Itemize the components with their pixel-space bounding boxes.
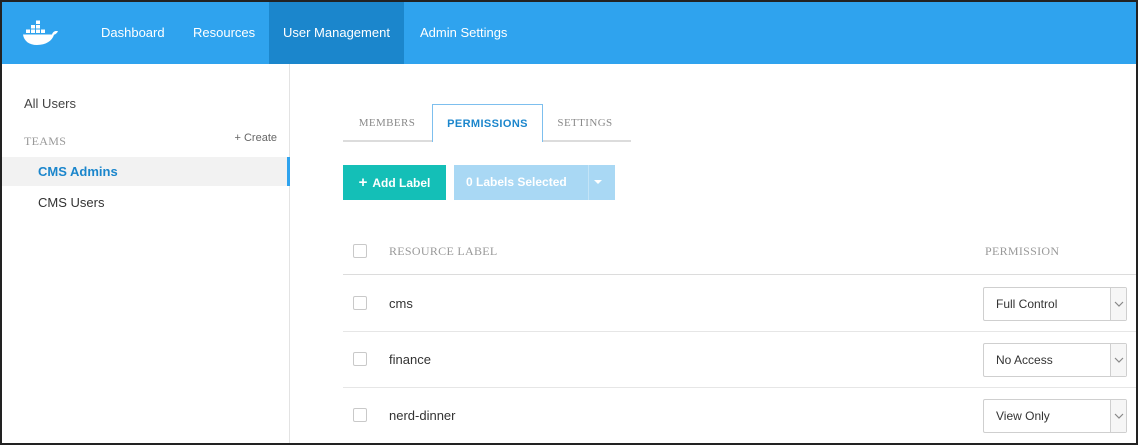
teams-heading: TEAMS xyxy=(24,134,67,148)
nav-dashboard[interactable]: Dashboard xyxy=(87,2,179,64)
chevron-down-icon xyxy=(1110,400,1126,432)
add-label-text: Add Label xyxy=(372,176,431,190)
column-header-resource-label: RESOURCE LABEL xyxy=(389,244,498,258)
tab-settings[interactable]: SETTINGS xyxy=(545,104,625,142)
plus-icon: + xyxy=(358,174,368,191)
create-team-link[interactable]: + Create xyxy=(235,132,278,144)
docker-whale-icon[interactable] xyxy=(22,19,64,47)
table-row: finance No Access xyxy=(343,332,1136,388)
permission-value: Full Control xyxy=(996,297,1058,311)
resource-label-cell: cms xyxy=(389,296,413,311)
row-checkbox[interactable] xyxy=(353,408,367,422)
permission-value: No Access xyxy=(996,353,1053,367)
app-frame: Dashboard Resources User Management Admi… xyxy=(0,0,1138,445)
permission-value: View Only xyxy=(996,409,1050,423)
resource-label-cell: finance xyxy=(389,352,431,367)
sidebar-item-label: CMS Admins xyxy=(38,164,118,179)
sidebar-item-cms-users[interactable]: CMS Users xyxy=(2,188,290,217)
permission-select[interactable]: View Only xyxy=(983,399,1127,433)
sidebar-item-cms-admins[interactable]: CMS Admins xyxy=(2,157,290,186)
sidebar-item-label: CMS Users xyxy=(38,195,105,210)
sidebar-all-users[interactable]: All Users xyxy=(24,96,76,111)
top-navbar: Dashboard Resources User Management Admi… xyxy=(2,2,1136,64)
table-header: RESOURCE LABEL PERMISSION xyxy=(343,232,1136,275)
sidebar: All Users TEAMS + Create CMS Admins CMS … xyxy=(2,64,290,443)
table-row: cms Full Control xyxy=(343,276,1136,332)
tab-permissions[interactable]: PERMISSIONS xyxy=(432,104,543,142)
table-row: nerd-dinner View Only xyxy=(343,388,1136,443)
chevron-down-icon xyxy=(1110,288,1126,320)
chevron-down-icon xyxy=(1110,344,1126,376)
tab-members[interactable]: MEMBERS xyxy=(343,104,431,142)
add-label-button[interactable]: + Add Label xyxy=(343,165,446,200)
nav-admin-settings[interactable]: Admin Settings xyxy=(406,2,521,64)
row-checkbox[interactable] xyxy=(353,352,367,366)
button-divider xyxy=(588,165,589,200)
permission-select[interactable]: Full Control xyxy=(983,287,1127,321)
permission-select[interactable]: No Access xyxy=(983,343,1127,377)
team-tabs: MEMBERS PERMISSIONS SETTINGS xyxy=(343,104,631,142)
labels-selected-button[interactable]: 0 Labels Selected xyxy=(454,165,615,200)
row-checkbox[interactable] xyxy=(353,296,367,310)
caret-down-icon[interactable] xyxy=(594,165,602,200)
labels-selected-text: 0 Labels Selected xyxy=(466,175,567,189)
nav-resources[interactable]: Resources xyxy=(179,2,269,64)
column-header-permission: PERMISSION xyxy=(985,244,1060,258)
nav-user-management[interactable]: User Management xyxy=(269,2,404,64)
select-all-checkbox[interactable] xyxy=(353,244,367,258)
resource-label-cell: nerd-dinner xyxy=(389,408,456,423)
